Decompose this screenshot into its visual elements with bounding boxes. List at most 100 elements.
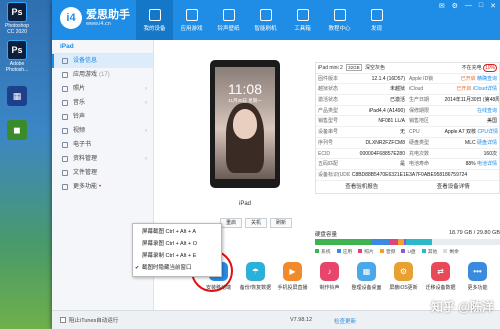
sidebar-item-photos[interactable]: 照片 › bbox=[52, 82, 153, 96]
shutdown-button[interactable]: 关机 bbox=[245, 218, 267, 228]
chevron-right-icon: › bbox=[145, 86, 147, 92]
nav-ringtones-wallpapers[interactable]: 铃声壁纸 bbox=[210, 0, 247, 40]
battery-level: 10% bbox=[482, 64, 497, 72]
info-row: 设备标识(UDID)C8BD88B5470E6321E1E3A7F0ABE958… bbox=[316, 170, 499, 181]
tool-label: 屏蔽iOS更新 bbox=[389, 285, 418, 291]
info-value: 未越狱 bbox=[389, 86, 405, 93]
sidebar-item-videos[interactable]: 视频 › bbox=[52, 124, 153, 138]
block-itunes-checkbox[interactable]: 阻止iTunes自动运行 bbox=[60, 316, 118, 324]
legend-swatch bbox=[401, 249, 406, 253]
info-link: (第48周) bbox=[482, 97, 499, 104]
apps-count: (17) bbox=[99, 72, 110, 78]
device-preview: 11:08 11月30日 星期一 bbox=[210, 60, 280, 188]
tool-5[interactable]: ⚙ 屏蔽iOS更新 bbox=[385, 262, 422, 291]
tool-2[interactable]: ▶ 手机投屏直播 bbox=[274, 262, 311, 291]
sidebar-item-music[interactable]: 音乐 › bbox=[52, 96, 153, 110]
desktop-icon-photoshop-cc[interactable]: Ps Photoshop CC 2020 bbox=[2, 2, 32, 35]
main-nav: 我的设备 应用游戏 铃声壁纸 智能刷机 工具箱 教程中心 发现 bbox=[136, 0, 395, 40]
maximize-button[interactable]: □ bbox=[479, 2, 483, 10]
tool-icon: ▶ bbox=[283, 262, 302, 281]
view-report-button[interactable]: 查看验机报告 bbox=[345, 181, 378, 193]
device-buttons: 重启 关机 刷新 bbox=[220, 218, 292, 228]
sidebar-item-data[interactable]: 资料管理 › bbox=[52, 152, 153, 166]
nav-discover[interactable]: 发现 bbox=[358, 0, 395, 40]
refresh-button[interactable]: 刷新 bbox=[270, 218, 292, 228]
disk-capacity: 硬盘容量 18.79 GB / 29.80 GB 系统 应用 照片 音频 U盘 其他 剩余 bbox=[315, 230, 500, 255]
info-link[interactable]: iCloud详情 bbox=[473, 86, 497, 92]
legend-item: 照片 bbox=[358, 248, 374, 255]
menu-item-screenshot[interactable]: 屏幕截图 Ctrl + Alt + A bbox=[133, 226, 221, 238]
disk-segment-2 bbox=[389, 239, 399, 245]
info-key: 生产日期 bbox=[409, 97, 430, 104]
info-row: 固件版本 12.1.4 (16D57) Apple ID锁 已开启 精确查询 bbox=[316, 74, 499, 85]
photo-icon bbox=[62, 86, 68, 92]
sidebar-item-ringtones[interactable]: 铃声 bbox=[52, 110, 153, 124]
disk-usage-bar bbox=[315, 239, 500, 245]
nav-tutorials[interactable]: 教程中心 bbox=[321, 0, 358, 40]
menu-item-screen-capture[interactable]: 屏幕录图 Ctrl + Alt + O bbox=[133, 238, 221, 250]
tool-3[interactable]: ♪ 制作铃声 bbox=[311, 262, 348, 291]
menu-item-hide-window[interactable]: 截图时隐藏当前窗口 bbox=[133, 262, 221, 274]
info-link[interactable]: CPU详情 bbox=[477, 129, 498, 135]
settings-icon[interactable]: ⚙ bbox=[452, 2, 458, 10]
view-details-button[interactable]: 查看设备详情 bbox=[437, 181, 470, 193]
tool-icon: ☂ bbox=[246, 262, 265, 281]
info-link[interactable]: 电池详情 bbox=[477, 161, 497, 167]
info-rows: 固件版本 12.1.4 (16D57) Apple ID锁 已开启 精确查询 越狱状态 未… bbox=[316, 74, 499, 181]
nav-apps-games[interactable]: 应用游戏 bbox=[173, 0, 210, 40]
nav-my-device[interactable]: 我的设备 bbox=[136, 0, 173, 40]
nav-toolbox[interactable]: 工具箱 bbox=[284, 0, 321, 40]
info-key: CPU bbox=[409, 129, 420, 136]
info-key: 充电次数 bbox=[409, 150, 430, 157]
info-key: 激活状态 bbox=[318, 97, 339, 104]
info-row: 序列号 DLXNR2FZFCM8 硬盘类型 MLC 硬盘详情 bbox=[316, 138, 499, 149]
nav-smart-flash[interactable]: 智能刷机 bbox=[247, 0, 284, 40]
info-row: 销售型号 NF081 LL/A 销售地区 美国 bbox=[316, 116, 499, 128]
desktop-icon-app[interactable]: ▦ bbox=[2, 86, 32, 107]
info-key: 销售型号 bbox=[318, 118, 339, 125]
info-link[interactable]: 硬盘详情 bbox=[477, 140, 497, 146]
menu-item-screen-record[interactable]: 屏幕录制 Ctrl + Alt + E bbox=[133, 250, 221, 262]
sidebar-item-files[interactable]: 文件管理 bbox=[52, 166, 153, 180]
tool-7[interactable]: ••• 更多功能 bbox=[459, 262, 496, 291]
tool-label: 整理设备桌面 bbox=[351, 285, 382, 291]
tool-1[interactable]: ☂ 备份/恢复数据 bbox=[237, 262, 274, 291]
info-link[interactable]: 在线查询 bbox=[477, 108, 497, 114]
video-icon bbox=[62, 128, 68, 134]
tool-4[interactable]: ▦ 整理设备桌面 bbox=[348, 262, 385, 291]
capacity-badge: 32GB bbox=[346, 64, 362, 71]
minimize-button[interactable]: — bbox=[465, 2, 472, 10]
info-key: 五码匹配 bbox=[318, 161, 339, 168]
sidebar-item-ebooks[interactable]: 电子书 bbox=[52, 138, 153, 152]
info-key: 保修期限 bbox=[409, 107, 430, 114]
sidebar-item-more[interactable]: 更多功能 • bbox=[52, 180, 153, 194]
tool-label: 备份/恢复数据 bbox=[239, 285, 272, 291]
legend-item: 其他 bbox=[421, 248, 437, 255]
legend-swatch bbox=[421, 249, 426, 253]
info-link[interactable]: 精确查询 bbox=[477, 76, 497, 82]
music-icon bbox=[62, 100, 68, 106]
photoshop-icon: Ps bbox=[7, 40, 27, 60]
tool-label: 安装移动端 bbox=[205, 285, 231, 291]
check-update-link[interactable]: 检查更新 bbox=[334, 317, 356, 325]
chevron-right-icon: › bbox=[145, 156, 147, 162]
info-row: ECID 000004F68857E280 充电次数 160次 bbox=[316, 149, 499, 160]
disk-label: 硬盘容量 bbox=[315, 232, 338, 238]
info-key: 销售地区 bbox=[409, 118, 430, 125]
device-title[interactable]: iPad bbox=[52, 40, 153, 54]
desktop-icon-app-2[interactable]: ◼ bbox=[2, 120, 32, 141]
legend-swatch bbox=[443, 249, 448, 253]
tool-6[interactable]: ⇄ 迁移设备数据 bbox=[422, 262, 459, 291]
app-name: 爱思助手 bbox=[86, 9, 130, 21]
info-key: 设备标识(UDID) bbox=[318, 171, 350, 178]
desktop-icon-adobe-photoshop[interactable]: Ps Adobe Photosh... bbox=[2, 40, 32, 73]
info-row: 产品类型 iPad4,4 (A1490) 保修期限 在线查询 bbox=[316, 106, 499, 117]
sidebar-item-device-info[interactable]: 设备信息 bbox=[52, 54, 153, 68]
chevron-right-icon: › bbox=[145, 128, 147, 134]
sidebar-item-apps[interactable]: 应用游戏 (17) bbox=[52, 68, 153, 82]
restart-button[interactable]: 重启 bbox=[220, 218, 242, 228]
chevron-right-icon: › bbox=[145, 100, 147, 106]
bell-icon bbox=[222, 8, 235, 21]
close-button[interactable]: ✕ bbox=[490, 2, 496, 10]
mail-icon[interactable]: ✉ bbox=[439, 2, 445, 10]
